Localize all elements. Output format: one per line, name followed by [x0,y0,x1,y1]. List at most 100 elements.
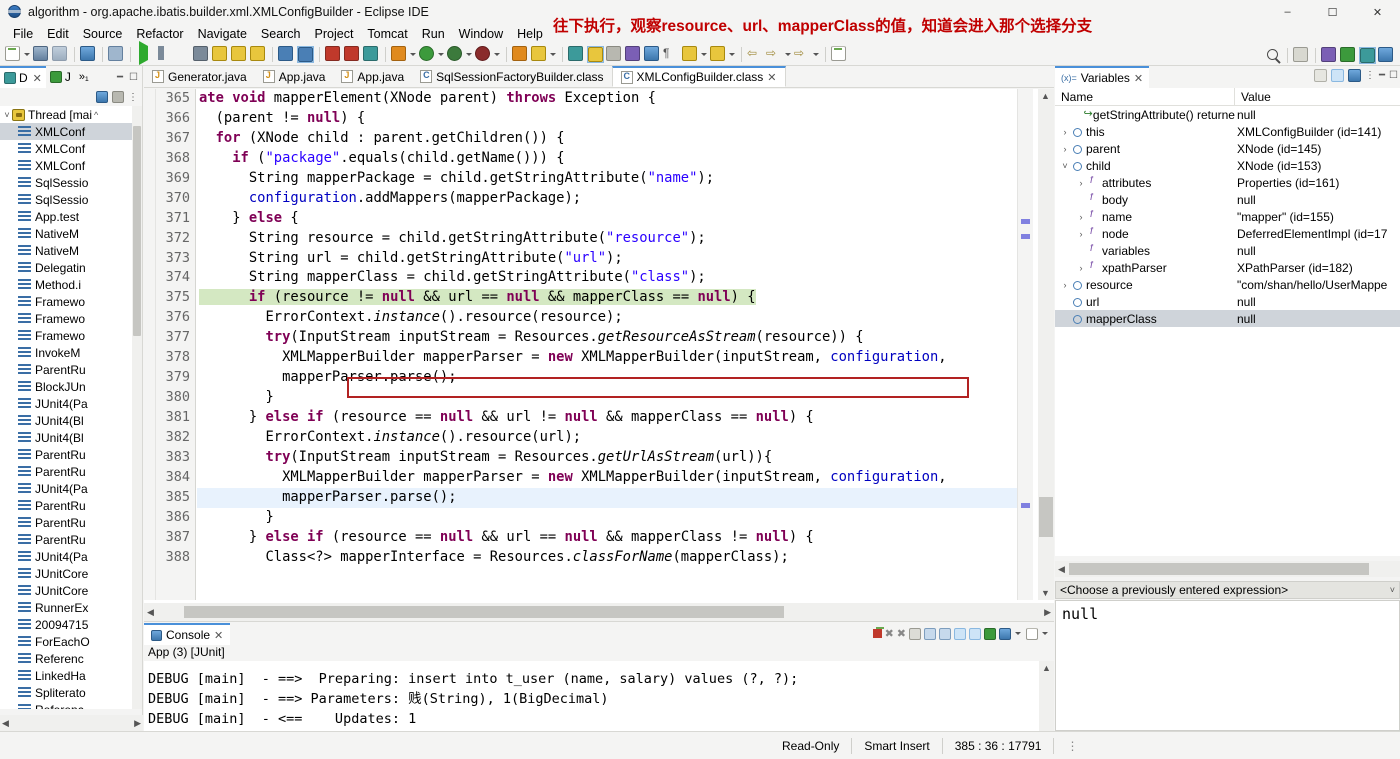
expander-icon[interactable]: ˅ [1059,161,1071,171]
stack-frame-row[interactable]: XMLConf [0,123,132,140]
stack-frame-row[interactable]: InvokeM [0,344,132,361]
hscroll-track[interactable] [154,603,1044,621]
pilcrow-icon[interactable]: ¶ [663,46,680,63]
stack-frame-row[interactable]: BlockJUn [0,378,132,395]
code-line[interactable]: } [197,388,1017,408]
view-menu-icon[interactable]: ⋮ [128,92,138,103]
tab-variables[interactable]: (x)= Variables ✕ [1055,66,1150,88]
highlight-icon[interactable] [587,46,604,63]
open-type-icon[interactable] [512,46,529,63]
scroll-right-icon[interactable]: ▶ [1044,607,1054,618]
stack-frame-row[interactable]: ParentRu [0,514,132,531]
scrollbar-thumb[interactable] [1039,497,1053,537]
stack-frame-row[interactable]: App.test [0,208,132,225]
code-line[interactable]: } else if (resource == null && url == nu… [197,528,1017,548]
chevron-down-icon[interactable] [409,46,416,63]
stack-frame-row[interactable]: ParentRu [0,446,132,463]
variable-row[interactable]: ˅ child XNode (id=153) [1055,157,1400,174]
toggle-columns-icon[interactable] [1331,69,1344,82]
terminate-icon[interactable] [174,46,191,63]
stack-frame-row[interactable]: JUnit4(Pa [0,395,132,412]
menu-item-project[interactable]: Project [308,26,361,42]
save-icon[interactable] [33,46,50,63]
stack-frame-row[interactable]: ForEachO [0,633,132,650]
ant-build-icon[interactable] [363,46,380,63]
chevron-down-icon[interactable]: ˅ [2,110,12,120]
chevron-down-icon[interactable] [23,46,30,63]
stack-frame-row[interactable]: Referenc [0,701,132,709]
back-icon[interactable]: ⇦ [747,46,764,63]
scroll-up-icon[interactable]: ▲ [1041,91,1050,101]
scrollbar-thumb[interactable] [1069,563,1369,575]
close-icon[interactable]: ✕ [33,72,42,85]
editor-tab[interactable]: SqlSessionFactoryBuilder.class [412,66,611,87]
new-class-icon[interactable] [606,46,623,63]
scroll-left-icon[interactable]: ◀ [1055,564,1065,575]
stack-frame-row[interactable]: JUnit4(Bl [0,412,132,429]
save-all-icon[interactable] [52,46,69,63]
code-line[interactable]: try(InputStream inputStream = Resources.… [197,328,1017,348]
menu-item-file[interactable]: File [6,26,40,42]
menu-item-navigate[interactable]: Navigate [191,26,254,42]
maximize-icon[interactable]: ☐ [129,72,138,83]
step-into-icon[interactable] [212,46,229,63]
scroll-down-icon[interactable]: ▼ [1041,588,1050,598]
new-package-icon[interactable] [625,46,642,63]
view-menu-icon[interactable]: ⋮ [1365,70,1375,81]
expression-result[interactable]: null [1055,600,1400,731]
scroll-right-icon[interactable]: ▶ [134,718,141,729]
editor-tab[interactable]: App.java [333,66,412,87]
stack-frame-row[interactable]: Framewo [0,293,132,310]
editor-hscrollbar[interactable]: ◀ ▶ [144,603,1054,621]
code-line[interactable]: String mapperClass = child.getStringAttr… [197,268,1017,288]
stack-frame-row[interactable]: JUnit4(Bl [0,429,132,446]
code-line[interactable]: XMLMapperBuilder mapperParser = new XMLM… [197,348,1017,368]
stack-frame-row[interactable]: JUnit4(Pa [0,548,132,565]
menu-item-window[interactable]: Window [452,26,510,42]
ant-error-icon[interactable] [344,46,361,63]
menu-item-edit[interactable]: Edit [40,26,76,42]
skip-breakpoints-icon[interactable] [278,46,295,63]
editor-code-content[interactable]: ate void mapperElement(XNode parent) thr… [197,89,1017,600]
stack-frame-row[interactable]: NativeM [0,225,132,242]
debug-perspective-icon[interactable] [1359,46,1376,64]
code-line[interactable]: ate void mapperElement(XNode parent) thr… [197,89,1017,109]
chevron-down-icon[interactable] [493,46,500,63]
external-tools-icon[interactable] [531,46,548,63]
code-line[interactable]: String resource = child.getStringAttribu… [197,229,1017,249]
stack-frame-row[interactable]: XMLConf [0,157,132,174]
prev-annotation-icon[interactable] [710,46,727,63]
expander-icon[interactable]: › [1075,178,1087,188]
java-perspective-icon[interactable] [1321,46,1338,64]
source-editor[interactable]: 365 366 367 368 369 370 371 372 373 374 375 376 377 3… [144,89,1054,622]
code-line[interactable]: } else { [197,209,1017,229]
open-perspective-icon[interactable] [1293,46,1310,64]
stack-frame-row[interactable]: LinkedHa [0,667,132,684]
remove-launch-icon[interactable]: ✖ [885,627,894,640]
minimize-button[interactable]: – [1265,0,1310,24]
javaee-perspective-icon[interactable] [1340,46,1357,64]
tab-console[interactable]: Console ✕ [144,623,231,645]
stack-frame-row[interactable]: Framewo [0,327,132,344]
code-line[interactable]: try(InputStream inputStream = Resources.… [197,448,1017,468]
debug-tree-vscrollbar[interactable] [132,106,142,709]
variable-row[interactable]: variables null [1055,242,1400,259]
code-line[interactable]: mapperParser.parse(); [197,368,1017,388]
variables-table[interactable]: getStringAttribute() returnenull›thisXML… [1055,106,1400,556]
tab-junit[interactable]: J [46,66,75,88]
editor-tab[interactable]: App.java [255,66,334,87]
view-menu-icon[interactable] [999,627,1011,640]
chevron-down-icon[interactable] [465,46,472,63]
next-annotation-icon[interactable] [682,46,699,63]
stack-frame-row[interactable]: JUnit4(Pa [0,480,132,497]
new-console-icon[interactable] [1026,627,1038,640]
debug-ant-icon[interactable] [325,46,342,63]
stack-frame-row[interactable]: Framewo [0,310,132,327]
expander-icon[interactable]: › [1059,280,1071,290]
menu-item-help[interactable]: Help [510,26,550,42]
new-wizard-icon[interactable] [5,46,22,63]
maximize-icon[interactable]: ☐ [1389,70,1398,81]
stack-frame-row[interactable]: SqlSessio [0,174,132,191]
display-selected-console-icon[interactable] [969,627,981,640]
stack-frame-row[interactable]: Delegatin [0,259,132,276]
